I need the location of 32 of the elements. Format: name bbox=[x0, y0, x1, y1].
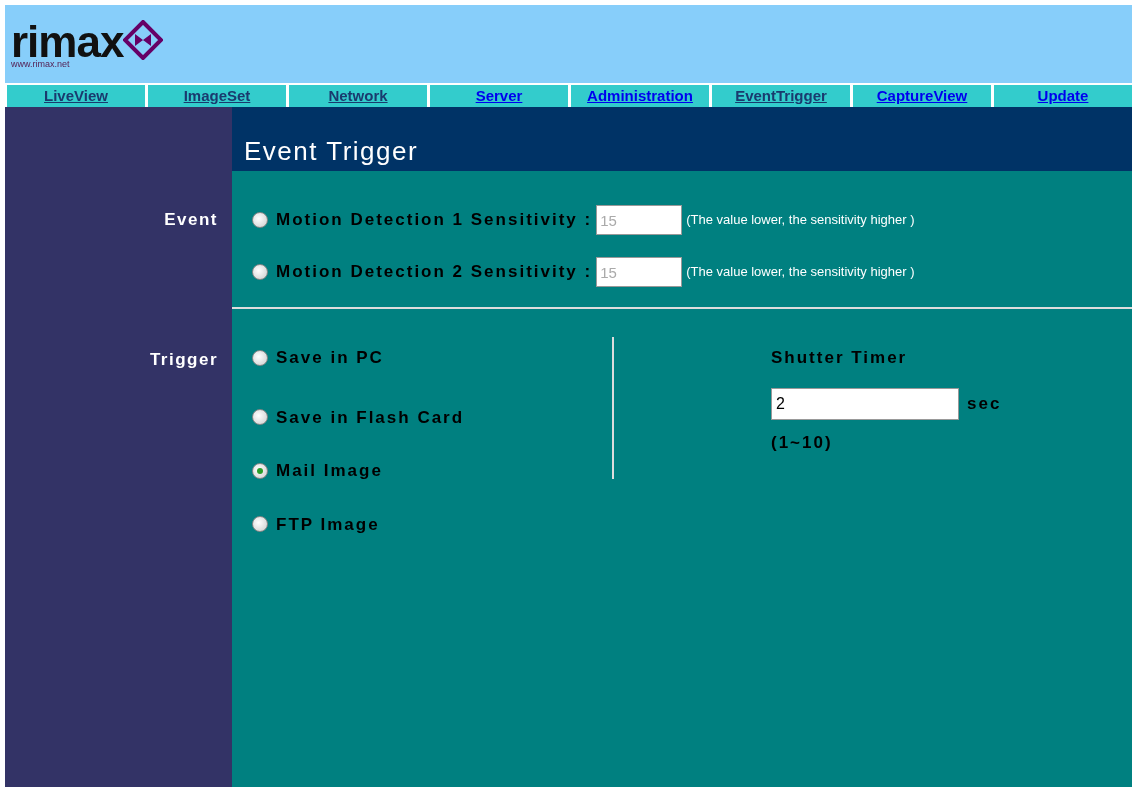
option-label: Save in Flash Card bbox=[276, 406, 465, 429]
nav-tab[interactable]: CaptureView bbox=[853, 85, 991, 107]
option-label: Mail Image bbox=[276, 460, 383, 482]
nav-tab[interactable]: Network bbox=[289, 85, 427, 107]
radio-button[interactable] bbox=[252, 349, 268, 366]
nav-tab[interactable]: EventTrigger bbox=[712, 85, 850, 107]
nav-tab[interactable]: ImageSet bbox=[148, 85, 286, 107]
radio-button[interactable] bbox=[252, 212, 268, 228]
shutter-label: Shutter Timer bbox=[771, 347, 909, 369]
section-label: Trigger bbox=[149, 349, 218, 371]
radio-button[interactable] bbox=[252, 409, 268, 426]
logo-url: www.rimax.net bbox=[11, 59, 70, 69]
shutter-field[interactable]: 2 bbox=[771, 387, 959, 420]
option-label: Motion Detection 1 Sensitivity : bbox=[276, 209, 593, 232]
nav-tab[interactable]: Administration bbox=[571, 85, 709, 107]
diamond-logo-icon bbox=[123, 19, 164, 60]
radio-button[interactable] bbox=[252, 264, 268, 280]
unit-label: sec bbox=[967, 392, 1002, 415]
hint-text: (The value lower, the sensitivity higher ) bbox=[686, 211, 915, 230]
radio-button[interactable] bbox=[252, 516, 268, 533]
logo-wordmark: rimax bbox=[11, 24, 124, 60]
hint-text: (The value lower, the sensitivity higher ) bbox=[686, 263, 915, 282]
nav-tab[interactable]: Update bbox=[994, 85, 1132, 107]
section-label: Event bbox=[164, 209, 218, 231]
radio-button[interactable] bbox=[252, 462, 268, 479]
option-label: FTP Image bbox=[276, 513, 380, 536]
nav-tab[interactable]: Server bbox=[430, 85, 568, 107]
range-text: (1~10) bbox=[771, 431, 834, 454]
page-title: Event Trigger bbox=[232, 107, 1132, 171]
nav-tab[interactable]: LiveView bbox=[7, 85, 145, 107]
option-label: Motion Detection 2 Sensitivity : bbox=[276, 261, 593, 284]
option-label: Save in PC bbox=[276, 347, 384, 369]
